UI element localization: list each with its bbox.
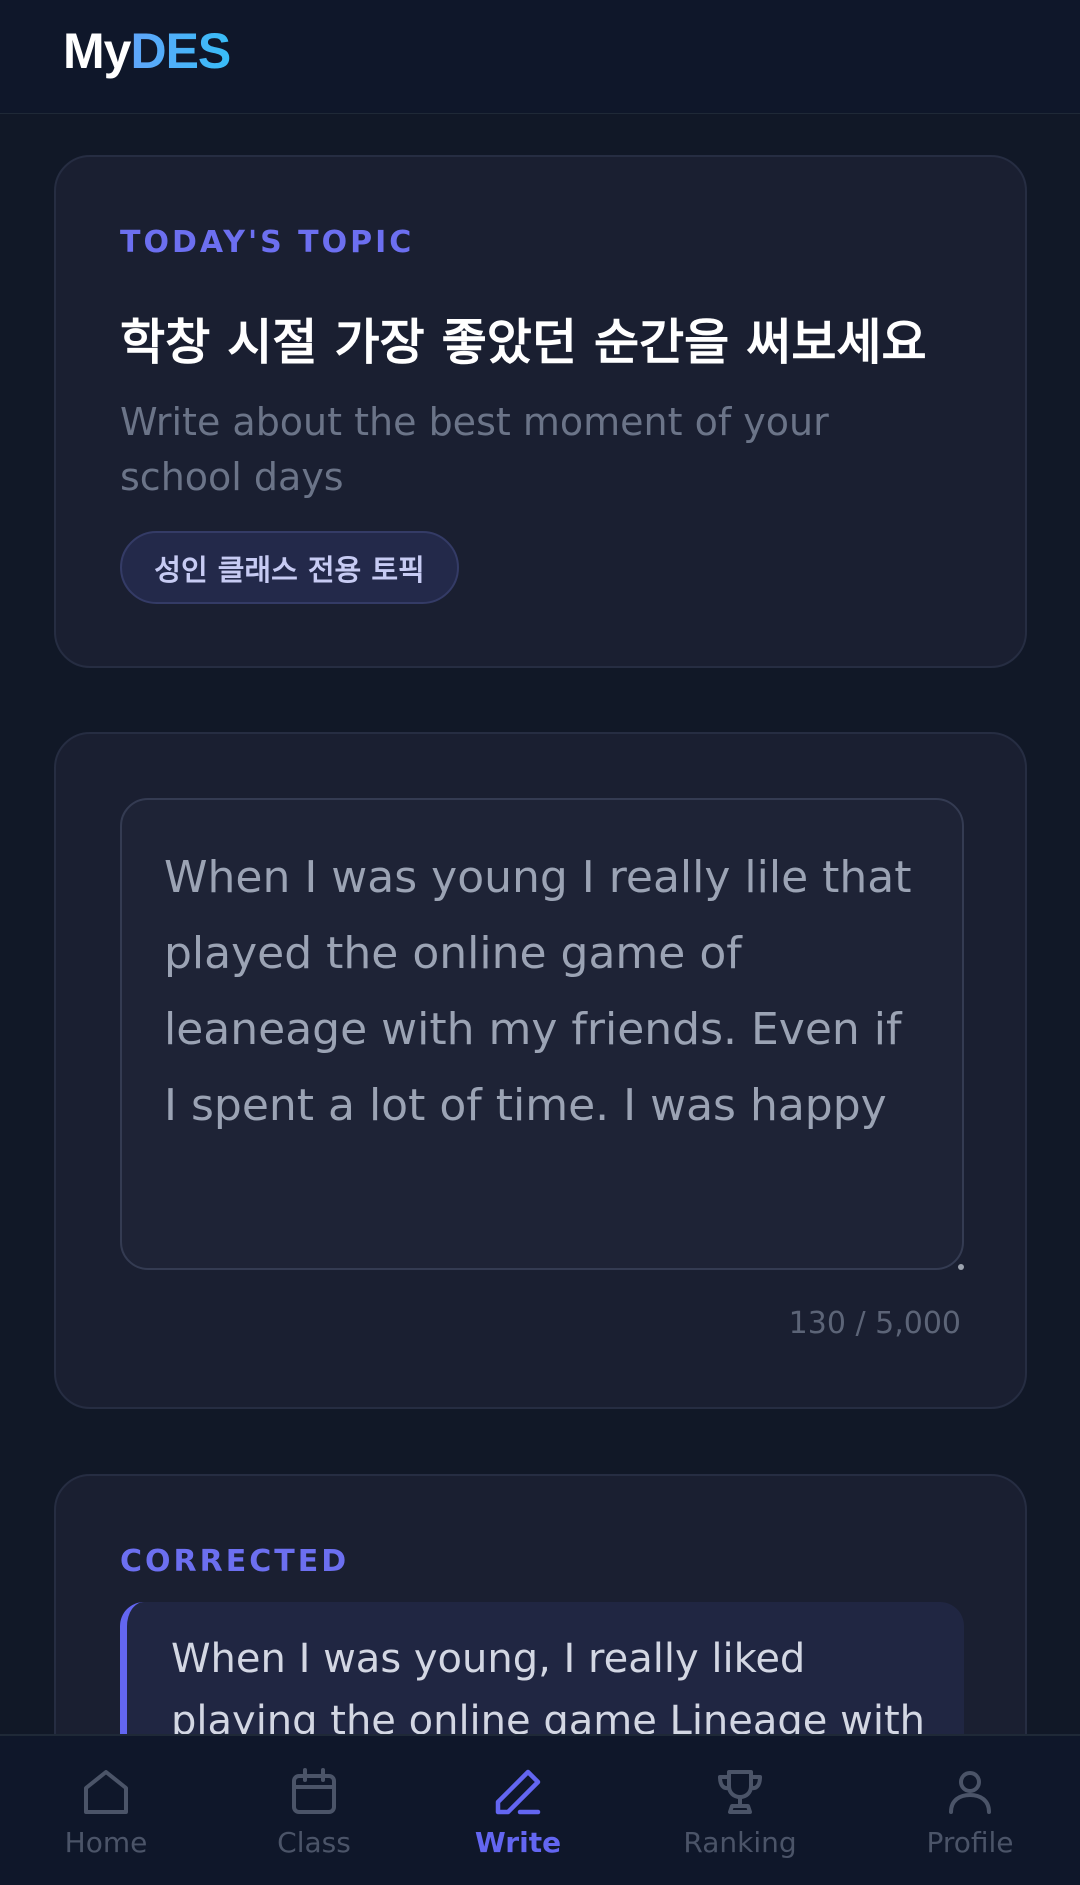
topic-card: TODAY'S TOPIC 학창 시절 가장 좋았던 순간을 써보세요 Writ… — [54, 155, 1027, 668]
nav-write-label: Write — [474, 1826, 562, 1859]
editor-card: When I was young I really lile that play… — [54, 732, 1027, 1409]
home-icon — [84, 1770, 128, 1814]
nav-profile-label: Profile — [926, 1826, 1014, 1859]
char-count: 130 / 5,000 — [788, 1306, 961, 1341]
topic-chip: 성인 클래스 전용 토픽 — [120, 531, 459, 604]
nav-home[interactable]: Home — [58, 1736, 154, 1885]
topic-eyebrow: TODAY'S TOPIC — [120, 225, 415, 260]
calendar-icon — [292, 1768, 336, 1814]
corrected-eyebrow: CORRECTED — [120, 1544, 350, 1579]
writing-textarea[interactable]: When I was young I really lile that play… — [120, 798, 964, 1270]
logo-des: DES — [130, 23, 231, 79]
nav-write[interactable]: Write — [468, 1736, 568, 1885]
pen-icon — [495, 1769, 541, 1815]
topic-subtitle: Write about the best moment of your scho… — [120, 400, 829, 499]
writing-text: When I was young I really lile that play… — [164, 852, 912, 1131]
app-header: MyDES — [0, 0, 1080, 114]
app-logo[interactable]: MyDES — [63, 22, 231, 80]
nav-class-label: Class — [277, 1826, 351, 1859]
trophy-icon — [718, 1770, 762, 1814]
nav-profile[interactable]: Profile — [920, 1736, 1020, 1885]
nav-home-label: Home — [64, 1826, 148, 1859]
logo-my: My — [63, 23, 131, 79]
nav-ranking[interactable]: Ranking — [680, 1736, 800, 1885]
user-icon — [949, 1771, 991, 1814]
bottom-nav: Home Class Write Ranking Profile — [0, 1734, 1080, 1885]
resize-handle[interactable] — [958, 1264, 964, 1270]
topic-title: 학창 시절 가장 좋았던 순간을 써보세요 — [120, 314, 927, 371]
nav-ranking-label: Ranking — [683, 1826, 797, 1859]
nav-class[interactable]: Class — [264, 1736, 364, 1885]
